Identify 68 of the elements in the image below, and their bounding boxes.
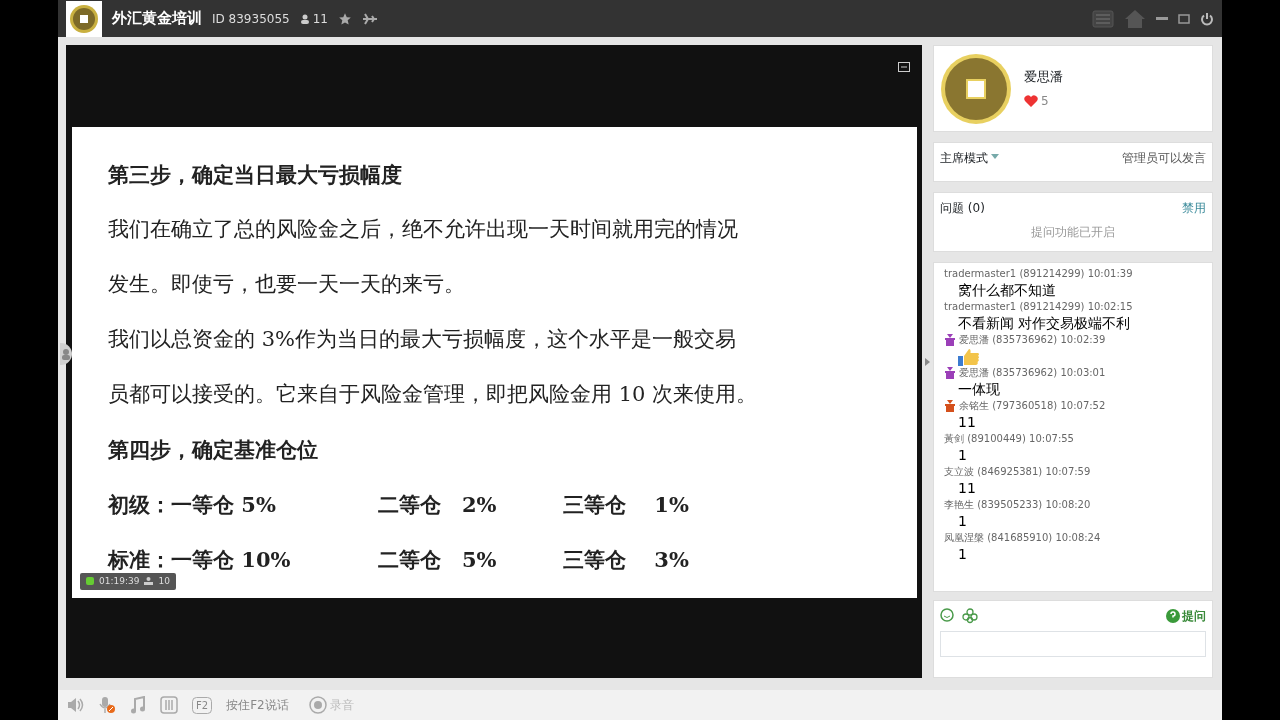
- slide-text-line: 发生。即使亏，也要一天一天的来亏。: [108, 270, 465, 298]
- chat-message: 11: [958, 480, 976, 496]
- thumbs-up-icon: [958, 348, 980, 366]
- push-to-talk-hint: 按住F2说话: [226, 697, 289, 714]
- chat-author: 凤凰涅槃 (841685910) 10:08:24: [944, 531, 1101, 544]
- position-size-text: 标准：一等仓 10%: [108, 545, 292, 574]
- questions-title: 问题 (0): [940, 200, 985, 217]
- slide-text-line: 员都可以接受的。它来自于风险金管理，即把风险金用 10 次来使用。: [108, 380, 758, 408]
- person-icon: [144, 577, 154, 586]
- mode-dropdown[interactable]: 主席模式: [940, 149, 988, 181]
- maximize-icon[interactable]: [1178, 13, 1190, 24]
- chat-message: 窝什么都不知道: [958, 282, 1056, 298]
- chat-author: tradermaster1 (891214299) 10:01:39: [944, 267, 1133, 280]
- position-size-text: 三等仓 3%: [563, 545, 690, 574]
- music-note-icon[interactable]: [130, 696, 146, 714]
- position-size-text: 初级：一等仓 5%: [108, 490, 277, 519]
- slide-heading: 第四步，确定基准仓位: [108, 435, 318, 464]
- expand-arrow-icon[interactable]: [925, 357, 930, 366]
- stream-time: 01:19:39: [99, 574, 140, 588]
- chat-message: 一体现: [958, 381, 1000, 397]
- heart-icon[interactable]: [1024, 95, 1038, 108]
- chat-message: 1: [958, 513, 967, 529]
- room-id: ID 83935055: [212, 10, 290, 28]
- member-count: 11: [312, 10, 328, 28]
- questions-status: 提问功能已开启: [1031, 225, 1115, 239]
- coin-logo-icon: [66, 0, 102, 37]
- slide-text-line: 我们以总资金的 3%作为当日的最大亏损幅度，这个水平是一般交易: [108, 325, 736, 353]
- viewer-count: 10: [158, 574, 170, 588]
- emoji-icon[interactable]: [940, 608, 956, 624]
- slide-heading: 第三步，确定当日最大亏损幅度: [108, 160, 402, 189]
- equalizer-icon[interactable]: [160, 696, 178, 714]
- chat-message: 1: [958, 546, 967, 562]
- position-size-text: 二等仓 5%: [378, 545, 498, 574]
- coin-avatar-icon: [940, 52, 1012, 125]
- microphone-icon[interactable]: [98, 696, 116, 714]
- chat-author: 支立波 (846925381) 10:07:59: [944, 465, 1091, 478]
- slide-text-line: 我们在确立了总的风险金之后，绝不允许出现一天时间就用完的情况: [108, 215, 738, 243]
- minimize-icon[interactable]: [1156, 16, 1168, 21]
- power-icon[interactable]: [1200, 11, 1214, 26]
- f2-key[interactable]: F2: [192, 696, 213, 714]
- star-icon[interactable]: [337, 11, 352, 26]
- chat-author: 李艳生 (839505233) 10:08:20: [944, 498, 1091, 511]
- ask-link[interactable]: 提问: [1182, 607, 1206, 625]
- person-icon: [299, 13, 310, 24]
- room-title: 外汇黄金培训: [112, 8, 202, 30]
- flower-icon[interactable]: [962, 608, 978, 624]
- people-icon[interactable]: [60, 343, 72, 365]
- caret-icon[interactable]: [991, 154, 999, 159]
- chat-author: 余铭生 (797360518) 10:07:52: [959, 399, 1106, 412]
- message-input[interactable]: [940, 631, 1206, 657]
- chat-message: 11: [958, 414, 976, 430]
- home-icon[interactable]: [1124, 8, 1146, 29]
- chat-author: 爱思潘 (835736962) 10:03:01: [959, 366, 1106, 379]
- record-icon[interactable]: [308, 696, 327, 714]
- question-icon[interactable]: [1166, 609, 1180, 623]
- chat-author: 爱思潘 (835736962) 10:02:39: [959, 333, 1106, 346]
- chat-author: tradermaster1 (891214299) 10:02:15: [944, 300, 1133, 313]
- chat-message: 不看新闻 对作交易极端不利: [958, 315, 1131, 331]
- speaking-rule: 管理员可以发言: [1122, 150, 1206, 167]
- speaker-icon[interactable]: [66, 696, 84, 714]
- chat-message: 1: [958, 447, 967, 463]
- position-size-text: 二等仓 2%: [378, 490, 498, 519]
- like-count: 5: [1041, 93, 1049, 111]
- chat-author: 黃剑 (89100449) 10:07:55: [944, 432, 1074, 445]
- disable-link[interactable]: 禁用: [1182, 199, 1206, 217]
- position-size-text: 三等仓 1%: [563, 490, 690, 519]
- host-name: 爱思潘: [1024, 67, 1063, 86]
- list-icon[interactable]: [1092, 9, 1114, 28]
